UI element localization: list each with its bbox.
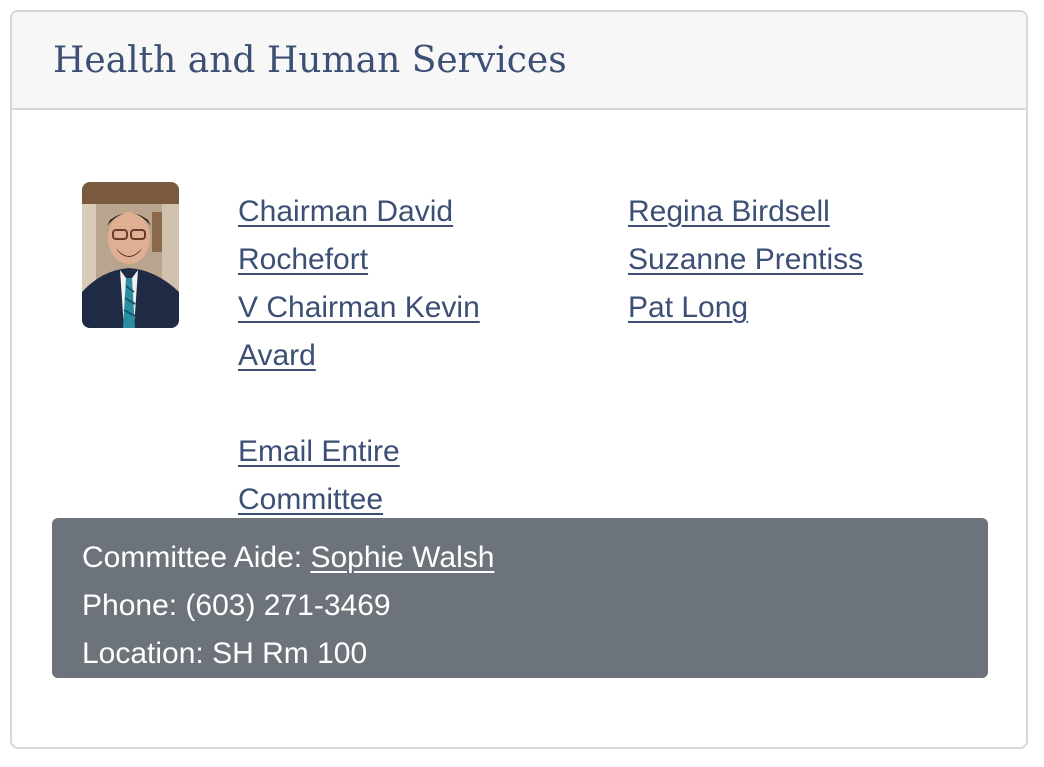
member-link-prentiss[interactable]: Suzanne Prentiss	[628, 236, 958, 284]
committee-title: Health and Human Services	[53, 40, 567, 81]
phone-line: Phone: (603) 271-3469	[82, 582, 958, 630]
phone-label: Phone:	[82, 589, 186, 622]
card-header: Health and Human Services	[12, 12, 1026, 110]
member-link-long[interactable]: Pat Long	[628, 284, 958, 332]
member-link-vice-chairman[interactable]: V Chairman Kevin Avard	[238, 284, 528, 380]
chairman-photo	[82, 182, 179, 328]
location-value: SH Rm 100	[212, 637, 368, 670]
member-link-birdsell[interactable]: Regina Birdsell	[628, 188, 958, 236]
members-right-column: Regina Birdsell Suzanne Prentiss Pat Lon…	[628, 188, 958, 332]
committee-card: Health and Human Services Chairman David…	[10, 10, 1028, 749]
aide-label: Committee Aide:	[82, 541, 311, 574]
member-link-chairman[interactable]: Chairman David Rochefort	[238, 188, 528, 284]
aide-name-link[interactable]: Sophie Walsh	[310, 541, 494, 574]
location-line: Location: SH Rm 100	[82, 630, 958, 678]
phone-number: (603) 271-3469	[185, 589, 391, 622]
location-label: Location:	[82, 637, 213, 670]
committee-aide-box: Committee Aide: Sophie Walsh Phone: (603…	[52, 518, 988, 678]
email-committee-link[interactable]: Email Entire Committee	[238, 428, 528, 524]
members-left-column: Chairman David Rochefort V Chairman Kevi…	[238, 188, 528, 524]
aide-line: Committee Aide: Sophie Walsh	[82, 534, 958, 582]
